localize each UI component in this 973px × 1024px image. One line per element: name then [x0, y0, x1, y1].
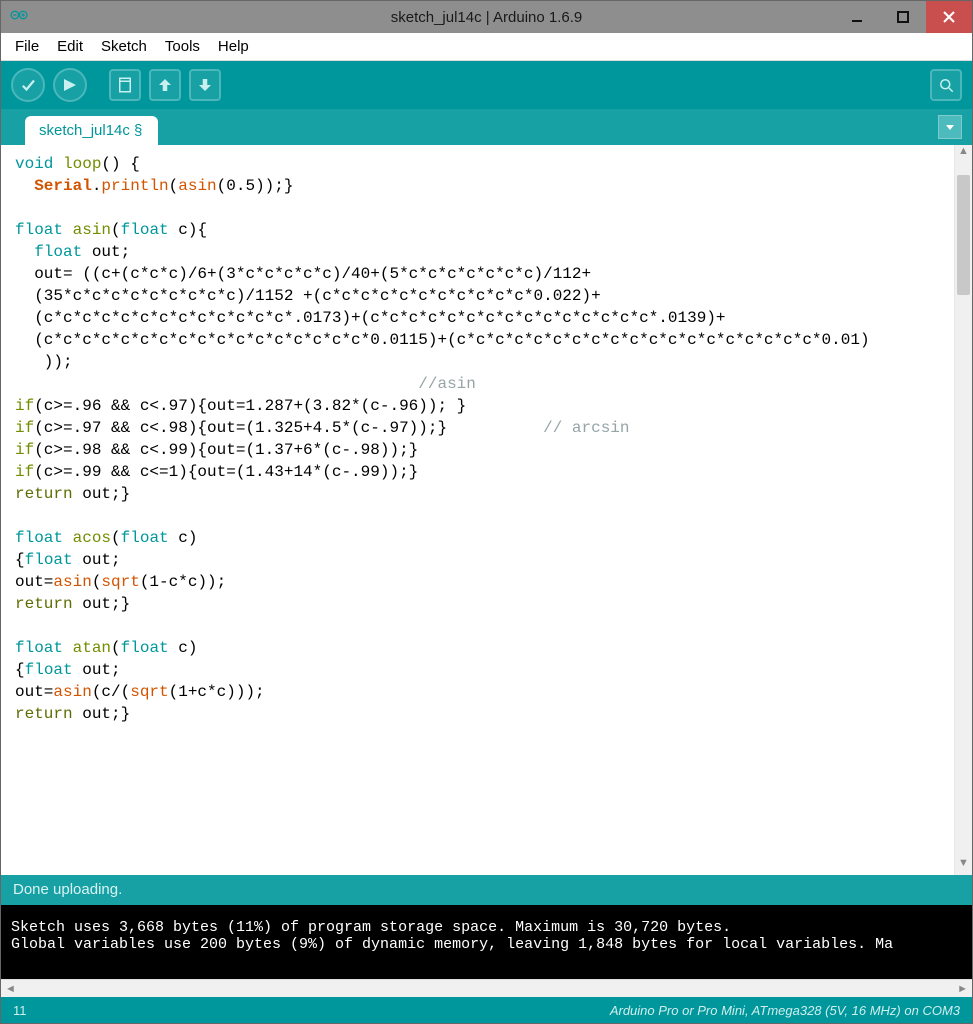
window-title: sketch_jul14c | Arduino 1.6.9: [1, 9, 972, 26]
menu-edit[interactable]: Edit: [49, 35, 91, 58]
code-editor[interactable]: void loop() { Serial.println(asin(0.5));…: [1, 145, 954, 875]
scroll-right-icon[interactable]: ►: [957, 983, 968, 995]
close-button[interactable]: [926, 1, 972, 33]
line-number: 11: [13, 1003, 27, 1018]
status-bar: Done uploading.: [1, 875, 972, 905]
new-button[interactable]: [109, 69, 141, 101]
vertical-scrollbar[interactable]: ▲ ▼: [954, 145, 972, 875]
console-line: Global variables use 200 bytes (9%) of d…: [11, 936, 893, 953]
verify-button[interactable]: [11, 68, 45, 102]
console-line: Sketch uses 3,668 bytes (11%) of program…: [11, 919, 731, 936]
bottom-bar: 11 Arduino Pro or Pro Mini, ATmega328 (5…: [1, 997, 972, 1023]
open-button[interactable]: [149, 69, 181, 101]
titlebar[interactable]: sketch_jul14c | Arduino 1.6.9: [1, 1, 972, 33]
tabbar: sketch_jul14c §: [1, 109, 972, 145]
horizontal-scrollbar[interactable]: ◄ ►: [1, 979, 972, 997]
arduino-logo-icon: [9, 7, 29, 27]
menu-sketch[interactable]: Sketch: [93, 35, 155, 58]
save-button[interactable]: [189, 69, 221, 101]
scroll-up-icon[interactable]: ▲: [955, 145, 972, 163]
scroll-thumb[interactable]: [957, 175, 970, 295]
tab-menu-button[interactable]: [938, 115, 962, 139]
maximize-button[interactable]: [880, 1, 926, 33]
serial-monitor-button[interactable]: [930, 69, 962, 101]
scroll-left-icon[interactable]: ◄: [5, 983, 16, 995]
status-message: Done uploading.: [13, 881, 122, 898]
menu-tools[interactable]: Tools: [157, 35, 208, 58]
tab-sketch[interactable]: sketch_jul14c §: [25, 116, 158, 145]
window-buttons: [834, 1, 972, 33]
toolbar: [1, 61, 972, 109]
menu-file[interactable]: File: [7, 35, 47, 58]
scroll-down-icon[interactable]: ▼: [955, 857, 972, 875]
menu-help[interactable]: Help: [210, 35, 257, 58]
minimize-button[interactable]: [834, 1, 880, 33]
board-info: Arduino Pro or Pro Mini, ATmega328 (5V, …: [610, 1003, 960, 1018]
console-output[interactable]: Sketch uses 3,668 bytes (11%) of program…: [1, 905, 972, 979]
arduino-window: sketch_jul14c | Arduino 1.6.9 File Edit …: [0, 0, 973, 1024]
editor-area: void loop() { Serial.println(asin(0.5));…: [1, 145, 972, 875]
upload-button[interactable]: [53, 68, 87, 102]
menubar: File Edit Sketch Tools Help: [1, 33, 972, 61]
